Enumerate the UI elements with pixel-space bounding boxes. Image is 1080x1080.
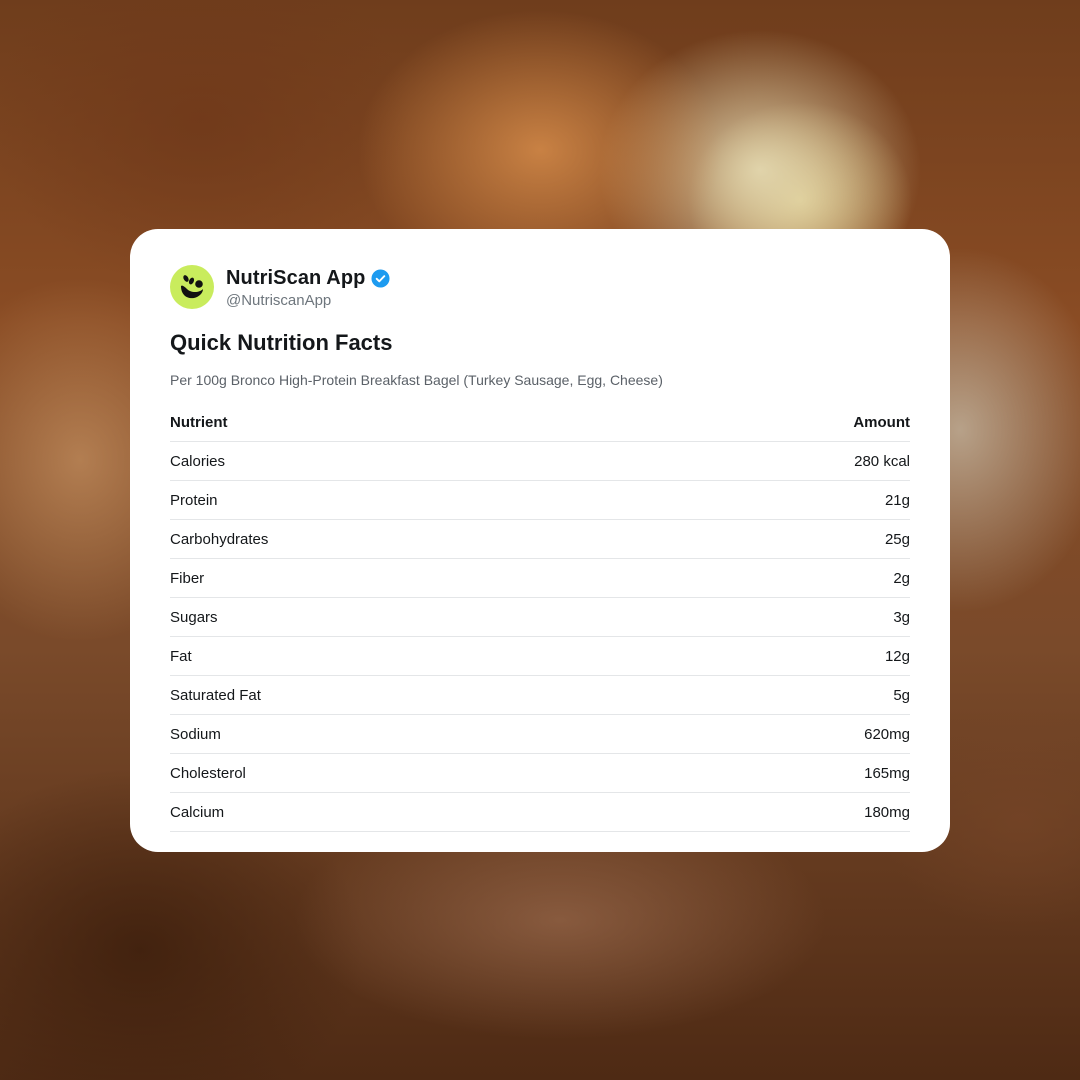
nutrient-amount: 25g <box>639 519 910 559</box>
post-header: NutriScan App @NutriscanApp <box>170 264 910 310</box>
nutrient-amount: 620mg <box>639 714 910 754</box>
avatar[interactable] <box>170 265 214 309</box>
nutrient-amount: 12g <box>639 636 910 676</box>
author-name[interactable]: NutriScan App <box>226 267 365 290</box>
author-handle[interactable]: @NutriscanApp <box>226 292 390 309</box>
nutrient-amount: 3g <box>639 597 910 637</box>
table-row: Calories 280 kcal <box>170 441 910 481</box>
author-name-row: NutriScan App <box>226 265 390 291</box>
nutrient-name: Saturated Fat <box>170 675 640 715</box>
nutrient-name: Calories <box>170 441 640 481</box>
nutrient-name: Cholesterol <box>170 753 640 793</box>
card-title: Quick Nutrition Facts <box>170 330 393 355</box>
nutrient-name: Fiber <box>170 558 640 598</box>
table-row: Saturated Fat 5g <box>170 675 910 715</box>
leaf-logo-icon <box>181 275 203 299</box>
table-row: Sodium 620mg <box>170 714 910 754</box>
nutrient-name: Calcium <box>170 792 640 832</box>
table-row: Protein 21g <box>170 480 910 520</box>
nutrition-table: Nutrient Amount Calories 280 kcal Protei… <box>170 403 910 832</box>
nutrient-name: Sugars <box>170 597 640 637</box>
nutrient-amount: 165mg <box>639 753 910 793</box>
nutrient-name: Carbohydrates <box>170 519 640 559</box>
nutrient-amount: 21g <box>639 480 910 520</box>
table-row: Calcium 180mg <box>170 792 910 832</box>
nutrient-amount: 5g <box>639 675 910 715</box>
card-subtitle: Per 100g Bronco High-Protein Breakfast B… <box>170 372 663 388</box>
table-row: Cholesterol 165mg <box>170 753 910 793</box>
nutrient-name: Protein <box>170 480 640 520</box>
nutrition-post-card: NutriScan App @NutriscanApp Quick Nutrit… <box>130 229 950 852</box>
nutrient-amount: 180mg <box>639 792 910 832</box>
table-row: Fiber 2g <box>170 558 910 598</box>
verified-badge-icon <box>371 268 390 288</box>
table-row: Fat 12g <box>170 636 910 676</box>
nutrient-amount: 280 kcal <box>639 441 910 481</box>
nutrient-name: Sodium <box>170 714 640 754</box>
amount-column-header: Amount <box>639 403 910 442</box>
table-row: Sugars 3g <box>170 597 910 637</box>
nutrient-column-header: Nutrient <box>170 403 640 442</box>
author-identity: NutriScan App @NutriscanApp <box>226 265 390 309</box>
nutrient-name: Fat <box>170 636 640 676</box>
nutrient-amount: 2g <box>639 558 910 598</box>
table-header-row: Nutrient Amount <box>170 403 910 442</box>
table-row: Carbohydrates 25g <box>170 519 910 559</box>
